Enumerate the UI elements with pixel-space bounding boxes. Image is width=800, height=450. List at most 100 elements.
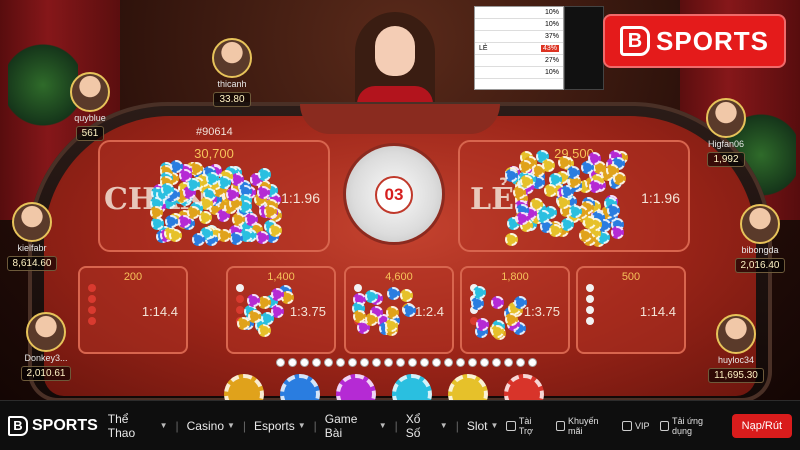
progress-dot: [324, 358, 333, 367]
player-seat[interactable]: quyblue 561: [58, 72, 122, 141]
chip-tray[interactable]: [224, 374, 584, 400]
bet-chip: [560, 217, 574, 231]
nav-link-sponsor[interactable]: Tài Trợ: [506, 416, 545, 436]
progress-dot: [444, 358, 453, 367]
bet-chip: [247, 310, 261, 324]
player-seat[interactable]: bibongda 2,016.40: [728, 204, 792, 273]
bet-chip: [386, 305, 400, 319]
countdown-timer: 03: [375, 176, 413, 214]
dot-pattern: [88, 284, 109, 325]
phone-icon: [659, 420, 669, 431]
player-seat[interactable]: Donkey3... 2,010.61: [14, 312, 78, 381]
stat-label: LẺ: [479, 45, 488, 52]
progress-dot: [276, 358, 285, 367]
chip-button[interactable]: [224, 374, 264, 400]
chip-button[interactable]: [448, 374, 488, 400]
chevron-down-icon: ▼: [227, 421, 235, 430]
bet-chip: [384, 318, 398, 332]
bet-chip: [518, 159, 532, 173]
player-balance: 2,010.61: [20, 366, 72, 381]
nav-item-the-thao[interactable]: Thể Thao ▼: [108, 412, 168, 440]
bet-chip: [225, 187, 239, 201]
player-balance: 1,992: [707, 152, 745, 167]
player-seat[interactable]: thicanh 33.80: [200, 38, 264, 107]
bet-chip: [387, 286, 401, 300]
bet-chip: [582, 215, 596, 229]
gift-icon: [555, 420, 565, 431]
progress-dot: [384, 358, 393, 367]
nav-link-download-app[interactable]: Tải ứng dụng: [659, 416, 722, 436]
nav-divider: |: [313, 418, 317, 433]
bead-road[interactable]: [564, 6, 604, 90]
chip-button[interactable]: [504, 374, 544, 400]
bet-chip: [269, 223, 283, 237]
bet-odds: 1:14.4: [141, 304, 178, 319]
nav-item-xo-so[interactable]: Xổ Số ▼: [406, 412, 448, 440]
nav-item-casino[interactable]: Casino ▼: [187, 419, 235, 433]
nav-item-esports[interactable]: Esports ▼: [254, 419, 306, 433]
stat-percent: 43%: [540, 45, 559, 52]
chevron-down-icon: ▼: [439, 421, 448, 430]
avatar: [706, 98, 746, 138]
dot-pattern: [586, 284, 607, 325]
player-seat[interactable]: kielfabr 8,614.60: [0, 202, 64, 271]
side-bet-4-white[interactable]: 500 1:14.4: [576, 266, 686, 354]
player-seat[interactable]: huyloc34 11,695.30: [704, 314, 768, 383]
player-balance: 561: [75, 126, 105, 141]
bet-chip: [263, 204, 277, 218]
progress-dot: [528, 358, 537, 367]
player-name: kielfabr: [17, 243, 47, 253]
player-name: bibongda: [741, 245, 779, 255]
bet-amount: 1,800: [501, 271, 529, 283]
bet-chip: [205, 171, 219, 185]
progress-dot: [492, 358, 501, 367]
bet-chip: [399, 288, 413, 302]
side-bet-4-red[interactable]: 200 1:14.4: [78, 266, 188, 354]
player-seat[interactable]: Higfan06 1,992: [694, 98, 758, 167]
nav-logo[interactable]: B SPORTS: [8, 415, 98, 436]
chip-button[interactable]: [392, 374, 432, 400]
progress-dot: [408, 358, 417, 367]
player-name: thicanh: [217, 79, 247, 89]
nav-divider: |: [394, 418, 398, 433]
bet-chip: [256, 185, 270, 199]
statistics-board[interactable]: 10% 10% 37% LẺ 43% 27% 10%: [474, 6, 564, 90]
avatar: [26, 312, 66, 352]
medal-icon: [506, 420, 516, 431]
nav-item-slot[interactable]: Slot ▼: [467, 419, 499, 433]
bet-chip: [515, 212, 529, 226]
progress-dot: [456, 358, 465, 367]
deposit-withdraw-button[interactable]: Nạp/Rút: [731, 413, 792, 438]
avatar: [212, 38, 252, 78]
nav-item-game-bai[interactable]: Game Bài ▼: [325, 412, 387, 440]
progress-dot: [348, 358, 357, 367]
bet-chip: [231, 213, 245, 227]
game-stage: #90614 30,700 CHẴN 1:1.96 29,500 LẺ 1:1.…: [0, 0, 800, 400]
nav-link-vip[interactable]: VIP: [622, 420, 650, 431]
nav-divider: |: [175, 418, 179, 433]
avatar: [740, 204, 780, 244]
player-name: huyloc34: [717, 355, 755, 365]
stat-percent: 10%: [544, 9, 559, 16]
avatar: [70, 72, 110, 112]
bet-odds: 1:1.96: [641, 190, 680, 206]
chip-button[interactable]: [336, 374, 376, 400]
chip-button[interactable]: [280, 374, 320, 400]
bet-amount: 30,700: [194, 146, 234, 161]
chevron-down-icon: ▼: [378, 421, 387, 430]
player-balance: 8,614.60: [6, 256, 58, 271]
bet-side-label: LẺ: [470, 182, 514, 217]
player-balance: 2,016.40: [734, 258, 786, 273]
bet-chip: [568, 204, 582, 218]
brand-mark-icon: B: [620, 26, 651, 56]
progress-dot: [312, 358, 321, 367]
player-name: quyblue: [74, 113, 106, 123]
bet-odds: 1:1.96: [281, 190, 320, 206]
nav-link-promotions[interactable]: Khuyến mãi: [555, 416, 612, 436]
progress-dot: [468, 358, 477, 367]
bet-amount: 29,500: [554, 146, 594, 161]
progress-dot: [372, 358, 381, 367]
bet-chip: [244, 213, 258, 227]
logo-name: SPORTS: [32, 416, 98, 434]
progress-dot: [300, 358, 309, 367]
